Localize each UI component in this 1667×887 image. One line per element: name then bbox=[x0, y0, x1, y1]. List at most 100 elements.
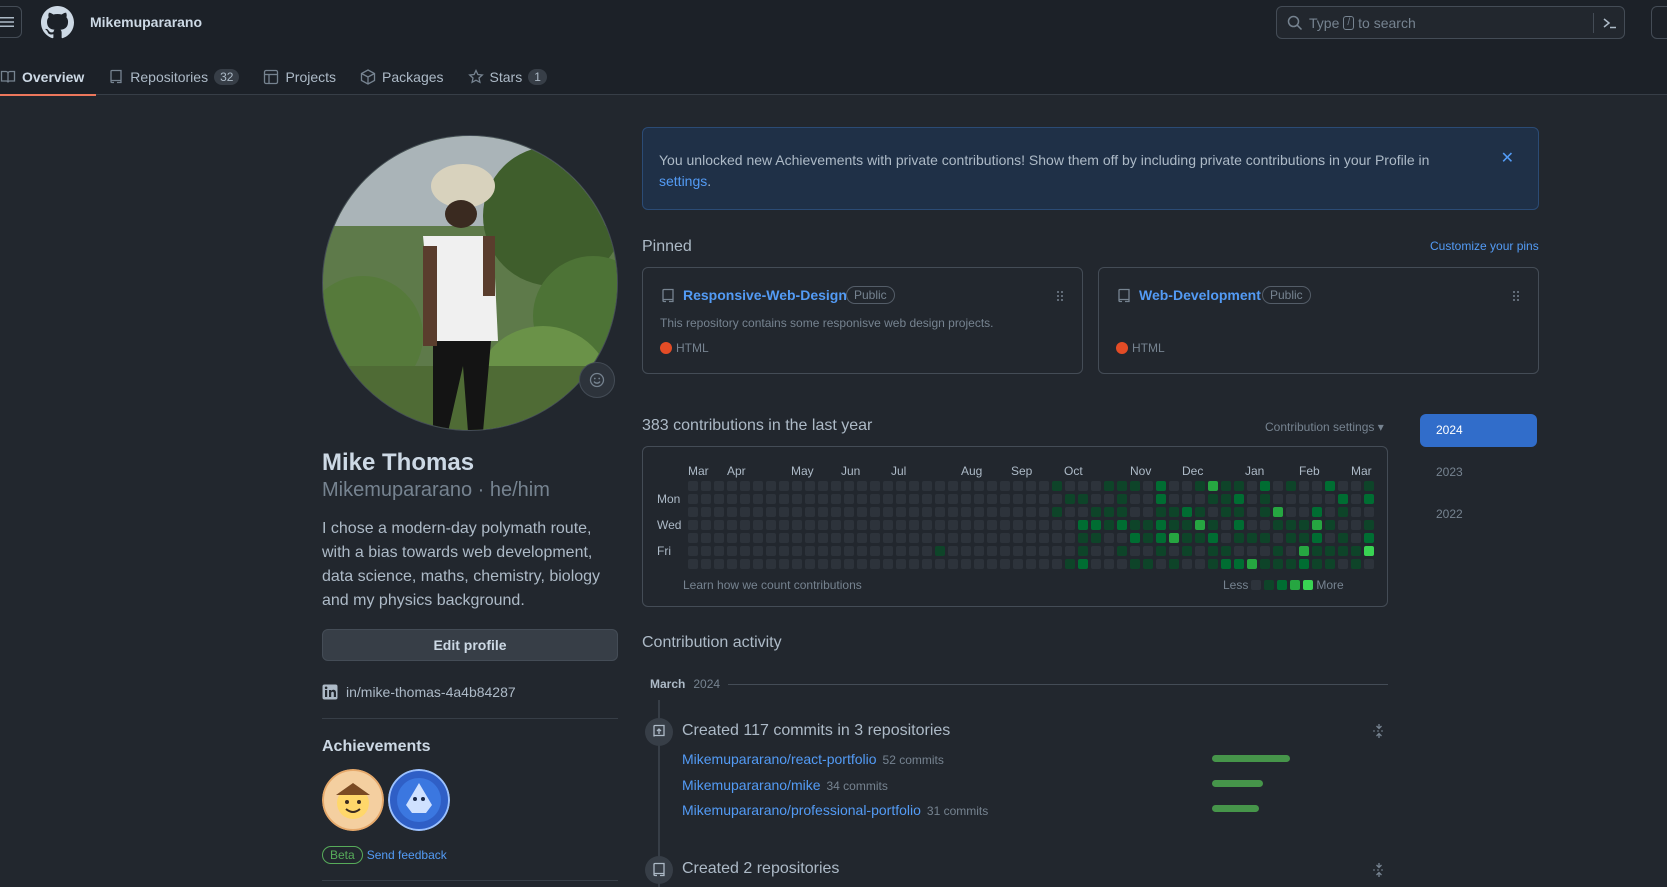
contribution-day-cell[interactable] bbox=[1091, 546, 1101, 556]
contribution-day-cell[interactable] bbox=[1325, 546, 1335, 556]
contribution-day-cell[interactable] bbox=[1325, 494, 1335, 504]
contribution-day-cell[interactable] bbox=[948, 481, 958, 491]
contribution-day-cell[interactable] bbox=[1195, 559, 1205, 569]
contribution-day-cell[interactable] bbox=[1351, 507, 1361, 517]
contribution-day-cell[interactable] bbox=[1156, 481, 1166, 491]
contribution-day-cell[interactable] bbox=[896, 507, 906, 517]
contribution-day-cell[interactable] bbox=[1273, 520, 1283, 530]
contribution-day-cell[interactable] bbox=[909, 507, 919, 517]
contribution-day-cell[interactable] bbox=[1091, 520, 1101, 530]
header-username[interactable]: Mikemupararano bbox=[90, 14, 202, 30]
contribution-day-cell[interactable] bbox=[922, 533, 932, 543]
contribution-day-cell[interactable] bbox=[1182, 520, 1192, 530]
contribution-day-cell[interactable] bbox=[1286, 533, 1296, 543]
contribution-day-cell[interactable] bbox=[961, 481, 971, 491]
contribution-day-cell[interactable] bbox=[1104, 507, 1114, 517]
contribution-day-cell[interactable] bbox=[1273, 494, 1283, 504]
contribution-day-cell[interactable] bbox=[1026, 507, 1036, 517]
contribution-day-cell[interactable] bbox=[1208, 533, 1218, 543]
contribution-day-cell[interactable] bbox=[1260, 559, 1270, 569]
contribution-day-cell[interactable] bbox=[740, 559, 750, 569]
contribution-day-cell[interactable] bbox=[1091, 481, 1101, 491]
contribution-day-cell[interactable] bbox=[1221, 559, 1231, 569]
contribution-day-cell[interactable] bbox=[1351, 546, 1361, 556]
contribution-day-cell[interactable] bbox=[727, 546, 737, 556]
settings-link[interactable]: settings bbox=[659, 173, 707, 189]
contribution-day-cell[interactable] bbox=[1143, 559, 1153, 569]
contribution-day-cell[interactable] bbox=[1299, 520, 1309, 530]
contribution-day-cell[interactable] bbox=[831, 507, 841, 517]
contribution-day-cell[interactable] bbox=[727, 507, 737, 517]
contribution-day-cell[interactable] bbox=[974, 481, 984, 491]
contribution-day-cell[interactable] bbox=[1026, 520, 1036, 530]
contribution-day-cell[interactable] bbox=[1325, 481, 1335, 491]
contribution-day-cell[interactable] bbox=[1117, 481, 1127, 491]
menu-button[interactable] bbox=[0, 6, 22, 38]
contribution-day-cell[interactable] bbox=[740, 546, 750, 556]
contribution-day-cell[interactable] bbox=[1364, 546, 1374, 556]
contribution-day-cell[interactable] bbox=[753, 559, 763, 569]
contribution-day-cell[interactable] bbox=[1325, 559, 1335, 569]
contribution-day-cell[interactable] bbox=[701, 520, 711, 530]
contribution-day-cell[interactable] bbox=[1338, 546, 1348, 556]
created-repos-heading[interactable]: Created 2 repositories bbox=[682, 860, 839, 878]
contribution-day-cell[interactable] bbox=[779, 533, 789, 543]
contribution-day-cell[interactable] bbox=[1091, 533, 1101, 543]
contribution-day-cell[interactable] bbox=[1247, 507, 1257, 517]
contribution-day-cell[interactable] bbox=[1312, 507, 1322, 517]
contribution-day-cell[interactable] bbox=[1247, 546, 1257, 556]
contribution-day-cell[interactable] bbox=[948, 520, 958, 530]
contribution-day-cell[interactable] bbox=[857, 481, 867, 491]
contribution-day-cell[interactable] bbox=[1026, 546, 1036, 556]
contribution-day-cell[interactable] bbox=[1299, 546, 1309, 556]
contribution-day-cell[interactable] bbox=[1351, 559, 1361, 569]
contribution-day-cell[interactable] bbox=[935, 546, 945, 556]
contribution-day-cell[interactable] bbox=[1117, 520, 1127, 530]
year-link-2024[interactable]: 2024 bbox=[1420, 414, 1537, 447]
contribution-day-cell[interactable] bbox=[805, 546, 815, 556]
header-action-button[interactable] bbox=[1651, 6, 1667, 39]
commit-count[interactable]: 34 commits bbox=[827, 779, 888, 793]
achievement-badge-pull-shark[interactable] bbox=[388, 769, 450, 831]
contribution-day-cell[interactable] bbox=[883, 520, 893, 530]
contribution-day-cell[interactable] bbox=[792, 546, 802, 556]
contribution-day-cell[interactable] bbox=[1221, 533, 1231, 543]
contribution-day-cell[interactable] bbox=[883, 507, 893, 517]
contribution-day-cell[interactable] bbox=[1130, 520, 1140, 530]
contribution-day-cell[interactable] bbox=[1299, 559, 1309, 569]
contribution-day-cell[interactable] bbox=[688, 507, 698, 517]
contribution-day-cell[interactable] bbox=[818, 494, 828, 504]
contribution-day-cell[interactable] bbox=[1299, 481, 1309, 491]
contribution-day-cell[interactable] bbox=[805, 520, 815, 530]
contribution-day-cell[interactable] bbox=[961, 494, 971, 504]
contribution-day-cell[interactable] bbox=[1026, 533, 1036, 543]
contribution-day-cell[interactable] bbox=[1208, 494, 1218, 504]
contribution-day-cell[interactable] bbox=[1130, 533, 1140, 543]
contribution-day-cell[interactable] bbox=[1351, 494, 1361, 504]
contribution-day-cell[interactable] bbox=[740, 507, 750, 517]
contribution-day-cell[interactable] bbox=[1234, 520, 1244, 530]
linkedin-link[interactable]: in/mike-thomas-4a4b84287 bbox=[322, 684, 516, 700]
contribution-day-cell[interactable] bbox=[766, 494, 776, 504]
contribution-day-cell[interactable] bbox=[1234, 546, 1244, 556]
contribution-day-cell[interactable] bbox=[1325, 507, 1335, 517]
contribution-day-cell[interactable] bbox=[1364, 533, 1374, 543]
contribution-day-cell[interactable] bbox=[844, 481, 854, 491]
contribution-day-cell[interactable] bbox=[909, 520, 919, 530]
commit-repo-link[interactable]: Mikemupararano/react-portfolio bbox=[682, 751, 877, 767]
contribution-day-cell[interactable] bbox=[792, 559, 802, 569]
contribution-day-cell[interactable] bbox=[1221, 546, 1231, 556]
contribution-day-cell[interactable] bbox=[1221, 481, 1231, 491]
contribution-day-cell[interactable] bbox=[1273, 533, 1283, 543]
contribution-day-cell[interactable] bbox=[857, 559, 867, 569]
contribution-day-cell[interactable] bbox=[922, 559, 932, 569]
contribution-settings-dropdown[interactable]: Contribution settings ▾ bbox=[1265, 420, 1384, 434]
contribution-day-cell[interactable] bbox=[1195, 481, 1205, 491]
contribution-day-cell[interactable] bbox=[1130, 559, 1140, 569]
contribution-day-cell[interactable] bbox=[909, 546, 919, 556]
contribution-day-cell[interactable] bbox=[1065, 494, 1075, 504]
contribution-day-cell[interactable] bbox=[1338, 559, 1348, 569]
contribution-day-cell[interactable] bbox=[779, 507, 789, 517]
contribution-day-cell[interactable] bbox=[1091, 507, 1101, 517]
contribution-day-cell[interactable] bbox=[1143, 533, 1153, 543]
